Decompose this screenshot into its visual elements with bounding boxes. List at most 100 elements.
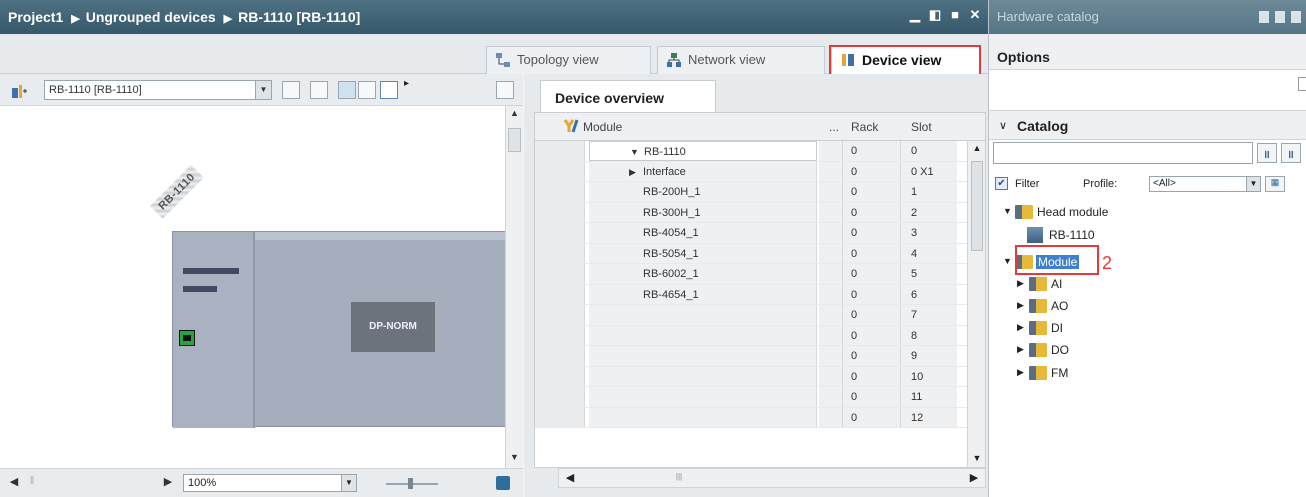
row-header-cell[interactable]	[535, 243, 585, 263]
zoom-select[interactable]: 100% ▼	[183, 474, 357, 492]
table-row[interactable]: 07	[535, 305, 975, 326]
extra-cell[interactable]	[819, 305, 843, 325]
table-row[interactable]: RB-6002_1 0 5	[535, 264, 975, 285]
expand-triangle-icon[interactable]: ▼	[630, 147, 644, 157]
filter-checkbox[interactable]: ✔	[995, 177, 1008, 190]
collapse-triangle-icon[interactable]: ▶	[1017, 322, 1027, 333]
table-row[interactable]: 0 10	[535, 366, 975, 387]
expand-triangle-icon[interactable]: ▼	[1003, 206, 1013, 216]
search-down-icon[interactable]: ꞁꞁ	[1257, 143, 1277, 163]
slot-cell[interactable]: 1	[901, 182, 957, 202]
row-header-cell[interactable]	[535, 202, 585, 222]
table-row[interactable]: RB-5054_1 0 4	[535, 243, 975, 264]
table-row[interactable]: 0 11	[535, 387, 975, 408]
scroll-up-icon[interactable]: ▲	[508, 108, 521, 122]
tab-network-view[interactable]: Network view	[657, 46, 825, 74]
module-cell[interactable]: RB-4654_1	[589, 284, 817, 304]
row-header-cell[interactable]	[535, 325, 585, 345]
chevron-down-icon[interactable]: ▼	[341, 475, 356, 491]
scroll-thumb-icon[interactable]: ‖	[24, 475, 40, 491]
slot-cell[interactable]: 9	[901, 346, 957, 366]
close-icon[interactable]: ✕	[968, 8, 982, 22]
module-cell[interactable]	[589, 346, 817, 366]
scroll-left-icon[interactable]: ◀	[6, 475, 22, 491]
module-cell[interactable]: RB-200H_1	[589, 182, 817, 202]
overview-toggle-icon[interactable]	[496, 81, 514, 99]
row-header-cell[interactable]	[535, 407, 585, 427]
expand-triangle-icon[interactable]: ▼	[1003, 256, 1013, 266]
ethernet-port-icon[interactable]	[179, 330, 195, 346]
table-row[interactable]: RB-4054_1 0 3	[535, 223, 975, 244]
restore-icon[interactable]: ◧	[928, 8, 942, 22]
table-icon[interactable]	[310, 81, 328, 99]
extra-cell[interactable]	[819, 141, 843, 161]
options-section[interactable]: Options	[989, 34, 1306, 70]
scroll-thumb[interactable]: |||	[659, 472, 699, 484]
column-header-slot[interactable]: Slot	[911, 120, 932, 134]
collapse-icon[interactable]	[1291, 11, 1301, 23]
slot-cell[interactable]: 4	[901, 243, 957, 263]
module-cell[interactable]: ▼ RB-1110	[589, 141, 817, 161]
profile-select[interactable]: <All> ▼	[1149, 176, 1261, 192]
column-header-rack[interactable]: Rack	[851, 120, 878, 134]
slot-cell[interactable]: 12	[901, 407, 957, 427]
profile-settings-icon[interactable]: ▦	[1265, 176, 1285, 192]
scroll-up-icon[interactable]: ▲	[971, 143, 983, 157]
module-icon[interactable]	[282, 81, 300, 99]
collapse-triangle-icon[interactable]: ▶	[1017, 367, 1027, 378]
table-row[interactable]: RB-200H_1 0 1	[535, 182, 975, 203]
slot-cell[interactable]: 7	[901, 305, 957, 325]
slot-cell[interactable]: 8	[901, 325, 957, 345]
extra-cell[interactable]	[819, 366, 843, 386]
dp-norm-module[interactable]: DP-NORM	[351, 302, 435, 352]
extra-cell[interactable]	[819, 325, 843, 345]
rack-cell[interactable]: 0	[843, 161, 901, 181]
device-rack[interactable]: DP-NORM	[172, 231, 505, 428]
table-row[interactable]: 09	[535, 346, 975, 367]
column-header-module[interactable]: Module	[583, 120, 622, 134]
table-row[interactable]: RB-300H_1 0 2	[535, 202, 975, 223]
rack-cell[interactable]: 0	[843, 223, 901, 243]
maximize-icon[interactable]: ■	[948, 8, 962, 22]
row-header-cell[interactable]	[535, 305, 585, 325]
extra-cell[interactable]	[819, 407, 843, 427]
graphic-vertical-scrollbar[interactable]: ▲ ▼	[505, 106, 523, 468]
tab-topology-view[interactable]: Topology view	[486, 46, 651, 74]
rack-cell[interactable]: 0	[843, 202, 901, 222]
rack-cell[interactable]: 0	[843, 243, 901, 263]
chevron-down-icon[interactable]: ▼	[255, 81, 271, 99]
row-header-cell[interactable]	[535, 182, 585, 202]
module-cell[interactable]	[589, 407, 817, 427]
rack-cell[interactable]: 0	[843, 325, 901, 345]
module-cell[interactable]	[589, 366, 817, 386]
extra-cell[interactable]	[819, 264, 843, 284]
slot-cell[interactable]: 5	[901, 264, 957, 284]
catalog-search-input[interactable]	[993, 142, 1253, 164]
module-cell[interactable]	[589, 305, 817, 325]
rack-cell[interactable]: 0	[843, 141, 901, 161]
device-canvas[interactable]: RB-1110 DP-NORM	[0, 106, 505, 468]
slot-cell[interactable]: 3	[901, 223, 957, 243]
table-row[interactable]: ▼ RB-1110 0 0	[535, 141, 975, 162]
table-row[interactable]: ▶ Interface 0 0 X1	[535, 161, 975, 182]
chevron-down-icon[interactable]: ∨	[999, 119, 1007, 132]
scroll-thumb[interactable]	[508, 128, 521, 152]
extra-cell[interactable]	[819, 346, 843, 366]
panel-icon[interactable]	[380, 81, 398, 99]
minimize-icon[interactable]: ▁	[908, 8, 922, 22]
extra-cell[interactable]	[819, 243, 843, 263]
breadcrumb-project[interactable]: Project1	[8, 9, 63, 25]
rack-cell[interactable]: 0	[843, 305, 901, 325]
module-cell[interactable]: RB-300H_1	[589, 202, 817, 222]
scroll-down-icon[interactable]: ▼	[971, 453, 983, 467]
row-header-cell[interactable]	[535, 346, 585, 366]
grid-icon[interactable]	[358, 81, 376, 99]
catalog-section-header[interactable]: ∨ Catalog	[989, 110, 1306, 140]
slot-cell[interactable]: 0 X1	[901, 161, 957, 181]
zoom-slider[interactable]	[386, 478, 438, 489]
table-row[interactable]: 08	[535, 325, 975, 346]
chevron-down-icon[interactable]: ▼	[1246, 177, 1260, 191]
search-up-icon[interactable]: ꞁꞁ	[1281, 143, 1301, 163]
extra-cell[interactable]	[819, 161, 843, 181]
breadcrumb-group[interactable]: Ungrouped devices	[86, 9, 216, 25]
